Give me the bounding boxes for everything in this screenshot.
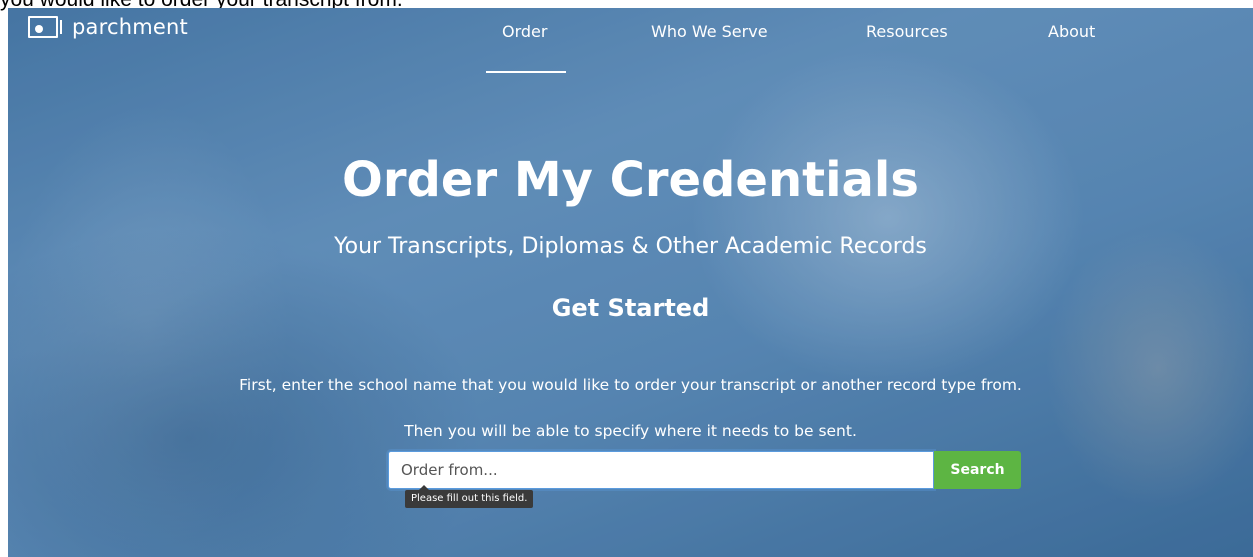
nav-item-resources[interactable]: Resources xyxy=(866,22,948,41)
school-search-input[interactable] xyxy=(388,451,934,489)
main-nav: Order Who We Serve Resources About xyxy=(8,22,1253,52)
instruction-text-1: First, enter the school name that you wo… xyxy=(239,376,1022,394)
page-title: Order My Credentials xyxy=(342,152,919,208)
instruction-text-2: Then you will be able to specify where i… xyxy=(404,422,857,440)
nav-item-about[interactable]: About xyxy=(1048,22,1095,41)
active-nav-indicator xyxy=(486,71,566,73)
nav-item-who-we-serve[interactable]: Who We Serve xyxy=(651,22,768,41)
validation-tooltip: Please fill out this field. xyxy=(405,485,534,508)
hero-section: parchment Order Who We Serve Resources A… xyxy=(8,8,1253,557)
get-started-heading: Get Started xyxy=(551,294,710,322)
search-button[interactable]: Search xyxy=(934,451,1021,489)
page-subtitle: Your Transcripts, Diplomas & Other Acade… xyxy=(334,234,927,259)
nav-item-order[interactable]: Order xyxy=(502,22,547,41)
hero-content: parchment Order Who We Serve Resources A… xyxy=(8,8,1253,557)
